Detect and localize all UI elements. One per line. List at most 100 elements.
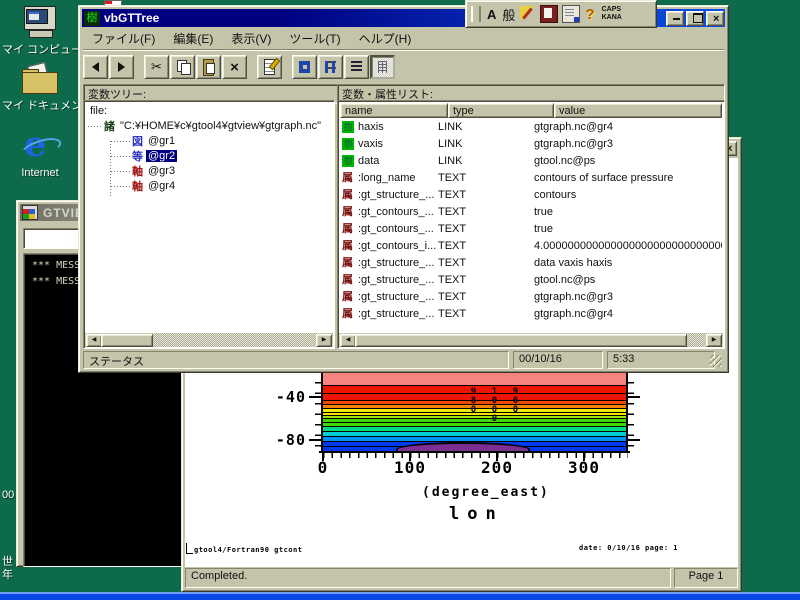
desktop: マイ コンピュータ マイ ドキュメント e Internet 00 世 年 G [0, 0, 800, 600]
attribute-row[interactable]: 樹haxisLINKgtgraph.nc@gr4 [340, 118, 722, 135]
menu-item-0[interactable]: ファイル(F) [83, 29, 164, 47]
resize-grip[interactable] [710, 355, 722, 367]
ime-drag-handle[interactable] [471, 6, 481, 22]
view-details-button[interactable] [370, 55, 395, 79]
attribute-icon: 属 [342, 172, 354, 184]
attribute-icon: 属 [342, 240, 354, 252]
properties-button[interactable] [257, 55, 282, 79]
node-label: @gr1 [146, 135, 177, 147]
tree-h-scrollbar[interactable]: ◀ ▶ [85, 333, 333, 347]
node-label: @gr3 [146, 165, 177, 177]
attribute-icon: 属 [342, 291, 354, 303]
copy-button[interactable] [170, 55, 195, 79]
menu-bar: ファイル(F)編集(E)表示(V)ツール(T)ヘルプ(H) [83, 29, 724, 47]
view-large-icons-button[interactable] [292, 55, 317, 79]
tree-node-file[interactable]: 諸 "C:¥HOME¥c¥gtool4¥gtview¥gtgraph.nc" [86, 118, 332, 133]
attribute-row[interactable]: 属:gt_structure_...TEXTdata vaxis haxis [340, 254, 722, 271]
attribute-row[interactable]: 樹dataLINKgtool.nc@ps [340, 152, 722, 169]
tree-node-gr3[interactable]: 軸@gr3 [86, 163, 332, 178]
cell-value: gtgraph.nc@gr4 [534, 121, 722, 133]
list-rows: 樹haxisLINKgtgraph.nc@gr4樹vaxisLINKgtgrap… [340, 118, 722, 322]
ime-input-mode[interactable]: A [487, 7, 496, 22]
variable-tree[interactable]: file: 諸 "C:¥HOME¥c¥gtool4¥gtview¥gtgraph… [86, 103, 332, 346]
cell-name: vaxis [358, 138, 383, 150]
desktop-icon-my-computer[interactable]: マイ コンピュータ [2, 6, 78, 57]
bottom-window-edge [0, 592, 800, 600]
clipped-window-red [105, 1, 112, 4]
attribute-row[interactable]: 属:gt_contours_...TEXTtrue [340, 203, 722, 220]
column-header-name[interactable]: name [340, 103, 448, 118]
scroll-right-icon[interactable]: ▶ [316, 334, 332, 347]
column-header-value[interactable]: value [554, 103, 722, 118]
tree-node-gr1[interactable]: 図@gr1 [86, 133, 332, 148]
scroll-left-icon[interactable]: ◀ [340, 334, 356, 347]
close-button[interactable]: × [706, 11, 724, 26]
cell-value: gtool.nc@ps [534, 155, 722, 167]
my-computer-icon [22, 6, 58, 38]
tree-node-gr2[interactable]: 等@gr2 [86, 148, 332, 163]
menu-item-4[interactable]: ヘルプ(H) [350, 29, 421, 47]
cut-button[interactable]: ✂ [144, 55, 169, 79]
toolbar: ✂ × [83, 49, 724, 82]
attribute-row[interactable]: 属:gt_contours_...TEXTtrue [340, 220, 722, 237]
view-small-icons-button[interactable] [318, 55, 343, 79]
attribute-row[interactable]: 属:gt_structure_...TEXTgtgraph.nc@gr3 [340, 288, 722, 305]
delete-button[interactable]: × [222, 55, 247, 79]
tree-root[interactable]: file: [86, 103, 332, 118]
ime-help-icon[interactable]: ? [585, 6, 594, 23]
menu-item-2[interactable]: 表示(V) [222, 29, 280, 47]
vbgttree-app-icon: 樹 [84, 11, 100, 26]
scroll-thumb[interactable] [101, 334, 153, 347]
cell-value: data vaxis haxis [534, 257, 722, 269]
nav-back-button[interactable] [83, 55, 108, 79]
menu-item-3[interactable]: ツール(T) [280, 29, 349, 47]
attribute-row[interactable]: 属:gt_structure_...TEXTgtgraph.nc@gr4 [340, 305, 722, 322]
scroll-thumb[interactable] [355, 334, 687, 347]
link-icon: 樹 [342, 155, 354, 167]
link-icon: 樹 [342, 138, 354, 150]
ime-pad-icon[interactable] [562, 5, 580, 23]
attribute-row[interactable]: 樹vaxisLINKgtgraph.nc@gr3 [340, 135, 722, 152]
cell-value: true [534, 206, 722, 218]
page-corner-mark [186, 543, 193, 554]
view-list-button[interactable] [344, 55, 369, 79]
list-view-icon [351, 61, 362, 73]
ime-dictionary-icon[interactable] [540, 5, 558, 23]
cell-value: contours [534, 189, 722, 201]
status-time: 5:33 [607, 351, 715, 369]
attribute-row[interactable]: 属:gt_structure_...TEXTcontours [340, 186, 722, 203]
tree-node-gr4[interactable]: 軸@gr4 [86, 178, 332, 193]
ime-conversion-mode[interactable]: 般 [502, 5, 515, 24]
attribute-row[interactable]: 属:gt_contours_i...TEXT4.0000000000000000… [340, 237, 722, 254]
delete-icon: × [230, 59, 239, 76]
contour-line-label: 1000 [490, 388, 499, 424]
cell-name: :gt_contours_i... [358, 240, 436, 252]
small-icons-icon [325, 61, 336, 73]
list-h-scrollbar[interactable]: ◀ ▶ [339, 333, 723, 347]
nav-forward-button[interactable] [109, 55, 134, 79]
attribute-row[interactable]: 属:long_nameTEXTcontours of surface press… [340, 169, 722, 186]
node-label-selected: @gr2 [146, 150, 177, 162]
scroll-right-icon[interactable]: ▶ [706, 334, 722, 347]
column-header-type[interactable]: type [448, 103, 554, 118]
maximize-button[interactable] [686, 11, 704, 26]
paste-button[interactable] [196, 55, 221, 79]
node-type-icon: 軸 [132, 178, 143, 194]
desktop-fragment-vertical: 世 年 [2, 556, 15, 582]
attribute-icon: 属 [342, 206, 354, 218]
attribute-row[interactable]: 属:gt_structure_...TEXTgtool.nc@ps [340, 271, 722, 288]
details-view-icon [378, 61, 387, 73]
x-tick-label: 300 [568, 458, 600, 477]
scroll-left-icon[interactable]: ◀ [86, 334, 102, 347]
cell-name: :gt_contours_... [358, 206, 434, 218]
node-label: @gr4 [146, 180, 177, 192]
desktop-icon-internet-explorer[interactable]: e Internet [2, 128, 78, 179]
vbgttree-window: 樹 vbGTTree × ファイル(F)編集(E)表示(V)ツール(T)ヘルプ(… [78, 5, 729, 373]
cell-value: 4.0000000000000000000000000000000000 [534, 240, 722, 252]
menu-item-1[interactable]: 編集(E) [164, 29, 222, 47]
y-major-tick [628, 439, 640, 441]
ime-pen-icon[interactable] [520, 6, 536, 22]
y-axis-left [321, 361, 323, 453]
minimize-button[interactable] [666, 11, 684, 26]
desktop-icon-my-documents[interactable]: マイ ドキュメント [2, 64, 78, 113]
